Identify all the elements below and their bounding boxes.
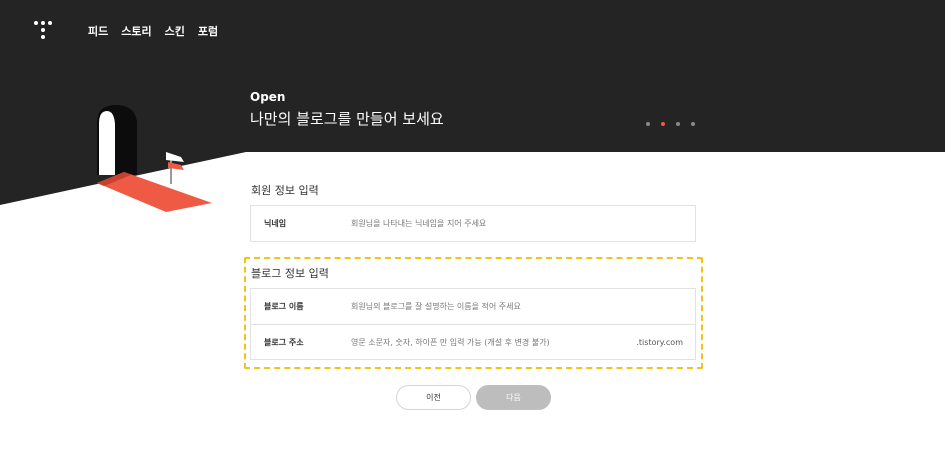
main-nav: 피드 스토리 스킨 포럼 <box>88 23 218 39</box>
nickname-row: 닉네임 <box>251 206 695 241</box>
blog-address-label: 블로그 주소 <box>264 337 304 347</box>
nickname-input[interactable] <box>351 206 695 241</box>
blog-name-label: 블로그 이름 <box>264 302 304 311</box>
prev-button[interactable]: 이전 <box>396 385 471 410</box>
member-form: 닉네임 <box>250 205 696 242</box>
next-button[interactable]: 다음 <box>476 385 551 410</box>
step-dot-2 <box>661 122 665 126</box>
hero-banner: 피드 스토리 스킨 포럼 Open 나만의 블로그를 만들어 보세요 <box>0 0 945 215</box>
member-section-title: 회원 정보 입력 <box>251 184 319 197</box>
blog-section-title: 블로그 정보 입력 <box>251 267 329 280</box>
blog-address-row: 블로그 주소 .tistory.com <box>251 324 695 359</box>
step-indicator <box>646 122 695 126</box>
hero-subtitle: Open <box>250 90 286 104</box>
blog-name-row: 블로그 이름 <box>251 289 695 324</box>
step-dot-3 <box>676 122 680 126</box>
nav-item-forum[interactable]: 포럼 <box>198 23 218 39</box>
blog-form: 블로그 이름 블로그 주소 .tistory.com <box>250 288 696 360</box>
tistory-logo-icon[interactable] <box>34 21 52 41</box>
nav-item-feed[interactable]: 피드 <box>88 23 108 39</box>
nickname-label: 닉네임 <box>264 219 287 228</box>
blog-address-suffix: .tistory.com <box>636 337 683 347</box>
nav-item-skin[interactable]: 스킨 <box>165 23 185 39</box>
hero-title: 나만의 블로그를 만들어 보세요 <box>250 110 444 128</box>
step-dot-1 <box>646 122 650 126</box>
step-dot-4 <box>691 122 695 126</box>
blog-name-input[interactable] <box>351 289 695 324</box>
blog-address-input[interactable] <box>351 325 637 359</box>
nav-item-story[interactable]: 스토리 <box>121 23 151 39</box>
